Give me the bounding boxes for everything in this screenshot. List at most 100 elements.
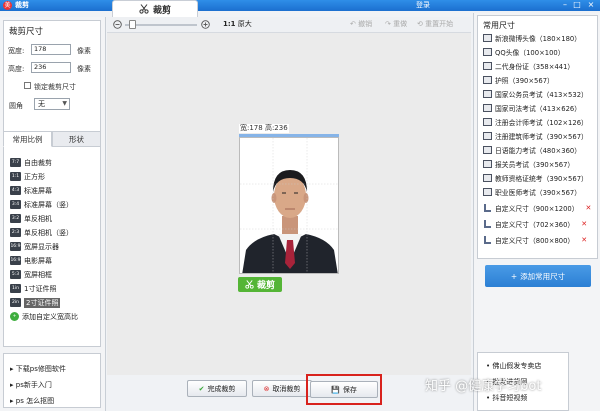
zoom-slider-handle[interactable] — [129, 20, 136, 29]
ratio-item-wide-frame[interactable]: 5:3 宽屏相框 — [10, 269, 52, 280]
id-card-icon — [483, 76, 492, 84]
id-photo-image[interactable] — [239, 137, 339, 274]
undo-button[interactable]: ↶ 撤销 — [350, 20, 372, 29]
id-card-icon — [483, 62, 492, 70]
ratio-icon: 16:9 — [10, 256, 21, 265]
id-card-icon — [483, 146, 492, 154]
ratio-icon: 3:2 — [10, 214, 21, 223]
ratio-item-widescreen[interactable]: 16:9 宽屏显示器 — [10, 241, 59, 252]
watermark: 知乎 @健康学习bot — [425, 379, 542, 394]
login-link[interactable]: 登录 — [416, 0, 430, 10]
delete-icon[interactable]: ✕ — [581, 236, 587, 244]
crop-confirm-button[interactable]: 裁剪 — [238, 277, 282, 292]
minimize-icon[interactable]: – — [560, 0, 570, 10]
chevron-down-icon: ▼ — [62, 100, 67, 107]
cancel-crop-button[interactable]: ⊗ 取消裁剪 — [252, 380, 312, 397]
ratio-item-1inch[interactable]: 1in 1寸证件照 — [10, 283, 56, 294]
width-label: 宽度: — [8, 47, 25, 55]
crop-confirm-label: 裁剪 — [256, 281, 275, 291]
common-size-item[interactable]: 注册建筑师考试（390×567） — [483, 131, 588, 141]
tab-crop-label: 裁剪 — [152, 5, 171, 16]
zoom-in-icon[interactable] — [201, 20, 210, 29]
common-size-item[interactable]: QQ头像（100×100） — [483, 47, 565, 57]
common-size-item[interactable]: 护照（390×567） — [483, 75, 554, 85]
link-ps-cutout[interactable]: ▸ ps 怎么抠图 — [10, 396, 54, 406]
close-icon[interactable]: × — [586, 0, 596, 10]
delete-icon[interactable]: ✕ — [581, 220, 587, 228]
crop-size-heading: 裁剪尺寸 — [9, 27, 44, 37]
done-crop-button[interactable]: ✔ 完成裁剪 — [187, 380, 247, 397]
crop-size-panel: 裁剪尺寸 宽度: 178 像素 高度: 236 像素 锁定裁剪尺寸 — [3, 20, 101, 132]
link-download-ps[interactable]: ▸ 下载ps修图软件 — [10, 364, 66, 374]
left-panel: 裁剪尺寸 宽度: 178 像素 高度: 236 像素 锁定裁剪尺寸 圆角 无 ▼… — [0, 17, 106, 411]
common-size-item[interactable]: 新浪微博头像（180×180） — [483, 33, 581, 43]
tutorial-links: ▸ 下载ps修图软件 ▸ ps新手入门 ▸ ps 怎么抠图 — [3, 353, 101, 408]
id-card-icon — [483, 104, 492, 112]
scissors-icon — [139, 4, 149, 14]
lock-size-checkbox[interactable] — [24, 82, 31, 89]
common-size-item[interactable]: 国家公务员考试（413×532） — [483, 89, 588, 99]
ruler-icon — [483, 220, 492, 228]
delete-icon[interactable]: ✕ — [586, 204, 592, 212]
custom-size-item[interactable]: 自定义尺寸（800×800） ✕ — [483, 235, 587, 245]
id-card-icon — [483, 174, 492, 182]
ratio-item-2inch[interactable]: 2in 2寸证件照 — [10, 297, 61, 308]
ratio-icon: 5:3 — [10, 270, 21, 279]
tab-shape[interactable]: 形状 — [52, 131, 101, 147]
plus-icon: + — [10, 312, 19, 321]
ratio-item-movie[interactable]: 16:9 电影屏幕 — [10, 255, 52, 266]
corner-label: 圆角 — [9, 102, 23, 110]
redo-button[interactable]: ↷ 重做 — [385, 20, 407, 29]
ratio-item-dslr[interactable]: 3:2 单反相机 — [10, 213, 52, 224]
id-card-icon — [483, 118, 492, 126]
common-size-item[interactable]: 报关员考试（390×567） — [483, 159, 574, 169]
common-size-item[interactable]: 二代身份证（358×441） — [483, 61, 574, 71]
ratio-icon: 2:3 — [10, 228, 21, 237]
plus-icon: + — [510, 271, 518, 281]
reset-button[interactable]: ⟲ 重置开始 — [417, 20, 453, 29]
ratio-icon: 7:7 — [10, 158, 21, 167]
custom-size-item[interactable]: 自定义尺寸（900×1200） ✕ — [483, 203, 591, 213]
id-card-icon — [483, 34, 492, 42]
ratio-item-standard[interactable]: 4:3 标准屏幕 — [10, 185, 52, 196]
common-size-item[interactable]: 教师资格证统考（390×567） — [483, 173, 588, 183]
id-photo-icon: 1in — [10, 284, 21, 293]
ratio-item-standard-portrait[interactable]: 3:4 标准屏幕（竖） — [10, 199, 73, 210]
id-card-icon — [483, 90, 492, 98]
custom-size-item[interactable]: 自定义尺寸（702×360） ✕ — [483, 219, 587, 229]
corner-select[interactable]: 无 ▼ — [34, 98, 70, 110]
link-ps-beginner[interactable]: ▸ ps新手入门 — [10, 380, 52, 390]
add-common-size-button[interactable]: + 添加常用尺寸 — [485, 265, 591, 287]
common-size-item[interactable]: 国家司法考试（413×626） — [483, 103, 581, 113]
width-unit: 像素 — [77, 47, 91, 55]
width-input[interactable]: 178 — [31, 44, 71, 55]
bottom-bar: ✔ 完成裁剪 ⊗ 取消裁剪 💾 保存 — [107, 375, 471, 411]
shop-link[interactable]: • 佛山假发专卖店 — [486, 361, 541, 371]
common-size-item[interactable]: 职业医师考试（390×567） — [483, 187, 581, 197]
add-custom-ratio[interactable]: + 添加自定义宽高比 — [10, 311, 78, 322]
zoom-out-icon[interactable] — [113, 20, 122, 29]
common-size-item[interactable]: 注册会计师考试（102×126） — [483, 117, 588, 127]
ratio-list: 7:7 自由裁剪 1:1 正方形 4:3 标准屏幕 3:4 标准屏幕（竖） 3:2 单反相… — [3, 147, 101, 347]
common-sizes-heading: 常用尺寸 — [483, 21, 515, 30]
height-input[interactable]: 236 — [31, 62, 71, 73]
tab-crop[interactable]: 裁剪 — [112, 0, 198, 17]
save-highlight-box — [306, 374, 382, 405]
zoom-original-button[interactable]: 1:1 原大 — [223, 20, 252, 29]
check-icon: ✔ — [198, 384, 205, 393]
maximize-icon[interactable]: □ — [572, 0, 582, 10]
cancel-icon: ⊗ — [263, 384, 270, 393]
ratio-item-square[interactable]: 1:1 正方形 — [10, 171, 45, 182]
height-unit: 像素 — [77, 65, 91, 73]
ratio-item-dslr-portrait[interactable]: 2:3 单反相机（竖） — [10, 227, 73, 238]
id-photo-icon: 2in — [10, 298, 21, 307]
right-panel: 常用尺寸 新浪微博头像（180×180） QQ头像（100×100） 二代身份证… — [473, 13, 600, 411]
portrait-image — [240, 138, 338, 273]
common-size-item[interactable]: 日语能力考试（480×360） — [483, 145, 581, 155]
ratio-item-free[interactable]: 7:7 自由裁剪 — [10, 157, 52, 168]
ruler-icon — [483, 204, 492, 212]
shop-link[interactable]: • 抖音短视频 — [486, 393, 527, 403]
id-card-icon — [483, 132, 492, 140]
id-card-icon — [483, 48, 492, 56]
tab-common-ratio[interactable]: 常用比例 — [3, 131, 52, 147]
